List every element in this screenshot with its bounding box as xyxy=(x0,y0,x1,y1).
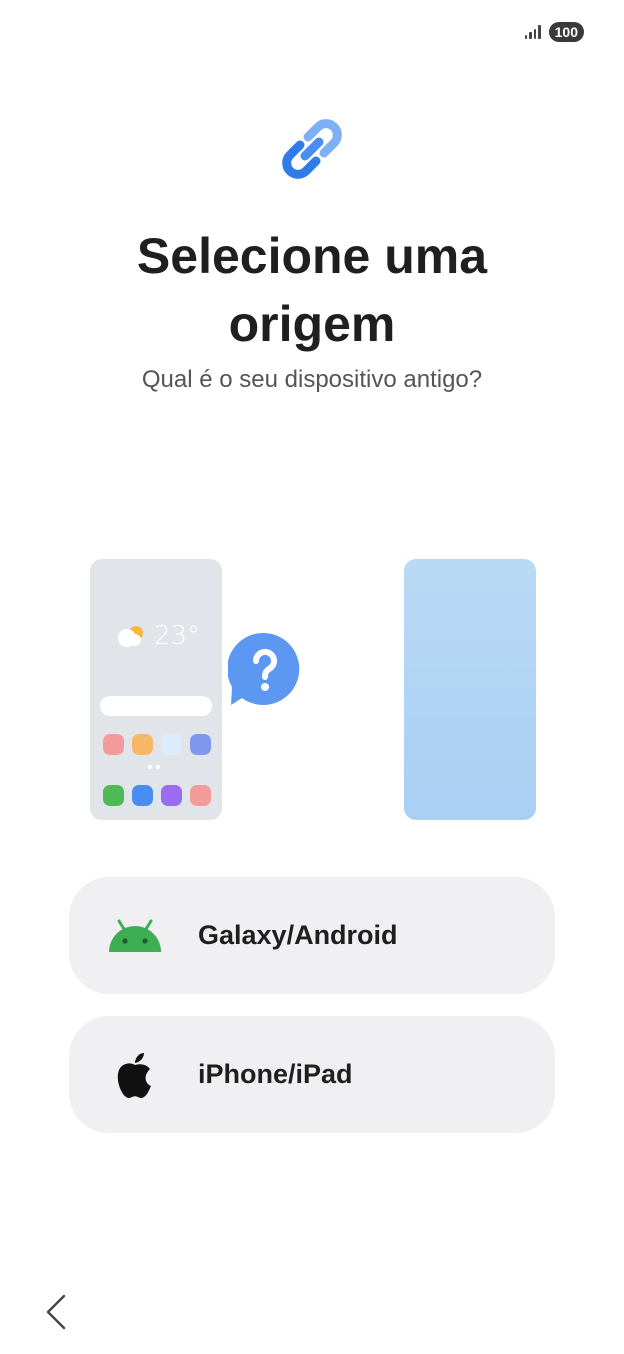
app-row xyxy=(103,734,211,755)
apple-icon xyxy=(107,1052,163,1098)
page-title: Selecione uma origem xyxy=(0,222,624,358)
title-line-1: Selecione uma xyxy=(136,228,488,284)
back-button[interactable] xyxy=(40,1292,72,1332)
page-indicator xyxy=(148,765,160,769)
option-label: iPhone/iPad xyxy=(198,1059,353,1089)
new-phone-illustration xyxy=(404,559,536,820)
transfer-illustration: 23° xyxy=(90,559,536,821)
app-row xyxy=(103,785,211,806)
android-icon xyxy=(107,913,163,959)
weather-widget: 23° xyxy=(116,621,200,651)
battery-indicator: 100 xyxy=(548,22,584,42)
search-bar-illustration xyxy=(100,696,212,716)
page-subtitle: Qual é o seu dispositivo antigo? xyxy=(141,366,483,393)
old-phone-illustration: 23° xyxy=(90,559,222,820)
title-line-2: origem xyxy=(228,296,396,352)
iphone-ipad-option[interactable]: iPhone/iPad xyxy=(69,1016,555,1133)
temperature-text: 23° xyxy=(154,621,201,651)
weather-icon xyxy=(118,626,143,647)
option-label: Galaxy/Android xyxy=(198,920,398,950)
question-icon xyxy=(228,632,300,705)
status-bar: 100 xyxy=(524,18,584,46)
galaxy-android-option[interactable]: Galaxy/Android xyxy=(69,877,555,994)
back-chevron-icon xyxy=(46,1294,66,1330)
link-icon xyxy=(282,119,342,179)
signal-icon xyxy=(524,25,541,39)
